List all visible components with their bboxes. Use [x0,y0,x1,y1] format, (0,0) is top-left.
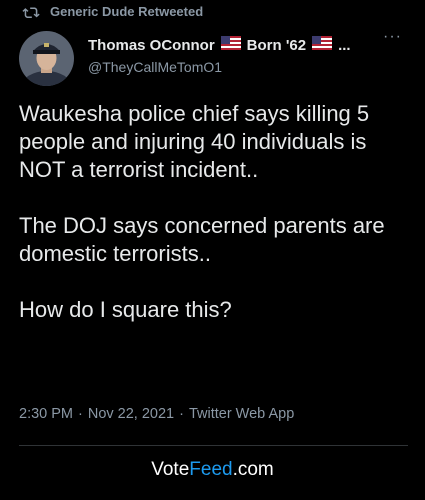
brand-prefix: Vote [151,459,190,480]
brand-suffix: .com [232,459,274,480]
tweet-source[interactable]: Twitter Web App [189,406,294,422]
avatar[interactable] [19,31,74,86]
tweet-date[interactable]: Nov 22, 2021 [88,406,174,422]
votefeed-watermark: VoteFeed.com [0,459,425,481]
retweet-icon [22,5,40,19]
retweet-label: Generic Dude Retweeted [50,4,204,19]
tweet-paragraph: Waukesha police chief says killing 5 peo… [19,101,370,182]
tweet-paragraph: The DOJ says concerned parents are domes… [19,213,385,266]
tweet-paragraph: How do I square this? [19,297,232,322]
tweet-metadata: 2:30 PM · Nov 22, 2021 · Twitter Web App [19,406,294,422]
author-born-text: Born '62 [246,36,307,54]
tweet-text: Waukesha police chief says killing 5 peo… [19,100,414,324]
retweet-indicator[interactable]: Generic Dude Retweeted [22,4,203,19]
us-flag-icon [220,36,241,54]
us-flag-icon [312,36,333,54]
more-options-icon[interactable]: ··· [383,28,402,46]
meta-separator: · [78,406,83,422]
brand-accent: Feed [189,459,233,480]
author-name-row[interactable]: Thomas OConnor Born '62 ... [88,36,351,54]
divider [19,445,408,446]
author-name[interactable]: Thomas OConnor [88,37,215,54]
meta-separator: · [179,406,184,422]
tweet-time[interactable]: 2:30 PM [19,406,73,422]
name-truncation: ... [338,36,351,54]
author-handle[interactable]: @TheyCallMeTomO1 [88,59,222,75]
